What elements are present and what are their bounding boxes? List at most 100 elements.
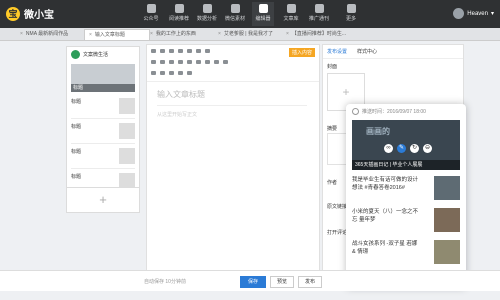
app-brand[interactable]: 宝 微小宝 xyxy=(6,6,54,21)
preview-button[interactable]: 预览 xyxy=(270,276,294,288)
article-title: 标题 xyxy=(71,174,82,180)
font-size-icon[interactable] xyxy=(169,49,174,53)
list-icon[interactable] xyxy=(223,60,228,64)
account-name: 文案微生活 xyxy=(83,52,109,58)
publish-button[interactable]: 发布 xyxy=(298,276,322,288)
image-icon[interactable] xyxy=(151,71,156,75)
cover-label: 封面 xyxy=(327,64,338,70)
hero-image-text: 画画的 xyxy=(366,127,390,136)
nav-item-editor[interactable]: 编辑器 xyxy=(252,2,274,26)
heading-icon[interactable] xyxy=(187,49,192,53)
chat-icon xyxy=(174,4,184,13)
autosave-status: 自动保存 10分钟前 xyxy=(144,279,186,285)
tab-item[interactable]: × 我的工作上的东西 xyxy=(150,29,212,39)
divider-icon[interactable] xyxy=(187,71,192,75)
account-icon xyxy=(146,4,156,13)
nav-label: 推广通刊 xyxy=(308,16,329,22)
preview-item-text: 小米的夏天（八）一念之不忘 量年梦 xyxy=(352,209,419,223)
table-icon[interactable] xyxy=(169,71,174,75)
strike-icon[interactable] xyxy=(178,60,183,64)
preview-item-text: 我是毕业生有话可做的设计想法 #青春答卷2016# xyxy=(352,177,419,191)
quote-icon[interactable] xyxy=(205,49,210,53)
nav-item-reading[interactable]: 阅读推荐 xyxy=(168,2,190,26)
align-right-icon[interactable] xyxy=(214,60,219,64)
body-input[interactable]: 从这里开始写正文 xyxy=(157,111,197,118)
tab-style-center[interactable]: 样式中心 xyxy=(357,48,377,55)
close-icon[interactable]: × xyxy=(286,31,289,37)
user-name: Heaven xyxy=(467,10,488,17)
push-time: 推送时间：2016/09/07 18:00 xyxy=(346,104,466,119)
tab-label: 艾老爹服 | 我是我才了 xyxy=(223,31,274,37)
preview-hero[interactable]: 画画的 ∞ ✎ ↻ ⊖ 365天插画日记 | 毕业个人展展 xyxy=(352,120,460,170)
summary-label: 摘要 xyxy=(327,126,338,132)
redo-icon[interactable] xyxy=(160,49,165,53)
nav-item-promo[interactable]: 推广通刊 xyxy=(308,2,330,26)
cover-article[interactable]: 标题 xyxy=(71,64,135,92)
push-time-text: 推送时间：2016/09/07 18:00 xyxy=(362,109,426,115)
refresh-icon[interactable]: ↻ xyxy=(410,144,419,153)
edit-icon[interactable]: ✎ xyxy=(397,144,406,153)
underline-icon[interactable] xyxy=(169,60,174,64)
nav-item-account[interactable]: 公众号 xyxy=(140,2,162,26)
toolbar-row xyxy=(151,60,228,64)
align-center-icon[interactable] xyxy=(205,60,210,64)
insert-content-button[interactable]: 插入内容 xyxy=(288,48,315,57)
italic-icon[interactable] xyxy=(160,60,165,64)
list-item[interactable]: 标题 xyxy=(71,94,135,119)
close-icon[interactable]: × xyxy=(20,31,23,37)
toolbar-row xyxy=(151,49,210,53)
preview-item[interactable]: 小米的夏天（八）一念之不忘 量年梦 xyxy=(352,208,460,232)
link-icon[interactable]: ∞ xyxy=(384,144,393,153)
tab-item[interactable]: × 【直播间推荐】时尚生... xyxy=(286,29,352,39)
chart-icon xyxy=(202,4,212,13)
save-button[interactable]: 保存 xyxy=(240,276,266,288)
bottom-bar: 自动保存 10分钟前 保存 预览 发布 xyxy=(0,270,500,291)
tab-label: NMA 最新新闻作品 xyxy=(25,31,69,37)
tab-item[interactable]: × NMA 最新新闻作品 xyxy=(20,29,80,39)
preview-item[interactable]: 我是毕业生有话可做的设计想法 #青春答卷2016# xyxy=(352,176,460,200)
author-label: 作者 xyxy=(327,180,338,186)
close-icon[interactable]: × xyxy=(218,31,221,37)
tab-item-active[interactable]: × 输入文章标题 xyxy=(84,29,150,40)
chevron-down-icon: ▾ xyxy=(490,11,494,17)
library-icon xyxy=(286,4,296,13)
link-icon[interactable] xyxy=(196,49,201,53)
nav-item-more[interactable]: 更多 xyxy=(340,2,362,26)
nav-item-library[interactable]: 文章库 xyxy=(280,2,302,26)
list-item[interactable]: 标题 xyxy=(71,144,135,169)
preview-item-image xyxy=(434,208,460,232)
preview-item-image xyxy=(434,240,460,264)
promo-icon xyxy=(314,4,324,13)
preview-item[interactable]: 战斗女孩系列 -双子星 若娜 & 情璟 xyxy=(352,240,460,264)
list-item[interactable]: 标题 xyxy=(71,119,135,144)
nav-label: 编辑器 xyxy=(255,16,271,22)
editor-toolbar: 插入内容 xyxy=(147,45,319,82)
undo-icon[interactable] xyxy=(151,49,156,53)
nav-item-material[interactable]: 微信素材 xyxy=(224,2,246,26)
align-left-icon[interactable] xyxy=(196,60,201,64)
font-family-icon[interactable] xyxy=(178,49,183,53)
close-icon[interactable]: × xyxy=(89,32,92,38)
delete-icon[interactable]: ⊖ xyxy=(423,144,432,153)
avatar xyxy=(453,8,465,19)
user-menu[interactable]: Heaven ▾ xyxy=(453,8,494,19)
close-icon[interactable]: × xyxy=(150,31,153,37)
color-icon[interactable] xyxy=(187,60,192,64)
article-title: 标题 xyxy=(71,149,82,155)
article-title: 标题 xyxy=(71,124,82,130)
title-input[interactable]: 输入文章标题 xyxy=(157,89,205,100)
clock-icon xyxy=(352,108,359,115)
editor-icon xyxy=(258,4,268,13)
tab-item[interactable]: × 艾老爹服 | 我是我才了 xyxy=(218,29,280,39)
bold-icon[interactable] xyxy=(151,60,156,64)
app-logo-icon: 宝 xyxy=(6,6,20,21)
open-comment-toggle[interactable]: 打开评论 xyxy=(327,229,347,236)
nav-label: 公众号 xyxy=(143,16,159,22)
video-icon[interactable] xyxy=(160,71,165,75)
original-link-label: 原文链接 xyxy=(327,204,348,210)
add-article-button[interactable]: + xyxy=(66,187,140,213)
toolbar-row xyxy=(151,71,192,75)
tab-publish-settings[interactable]: 发布设置 xyxy=(327,48,347,55)
emoji-icon[interactable] xyxy=(178,71,183,75)
nav-item-analytics[interactable]: 数据分析 xyxy=(196,2,218,26)
